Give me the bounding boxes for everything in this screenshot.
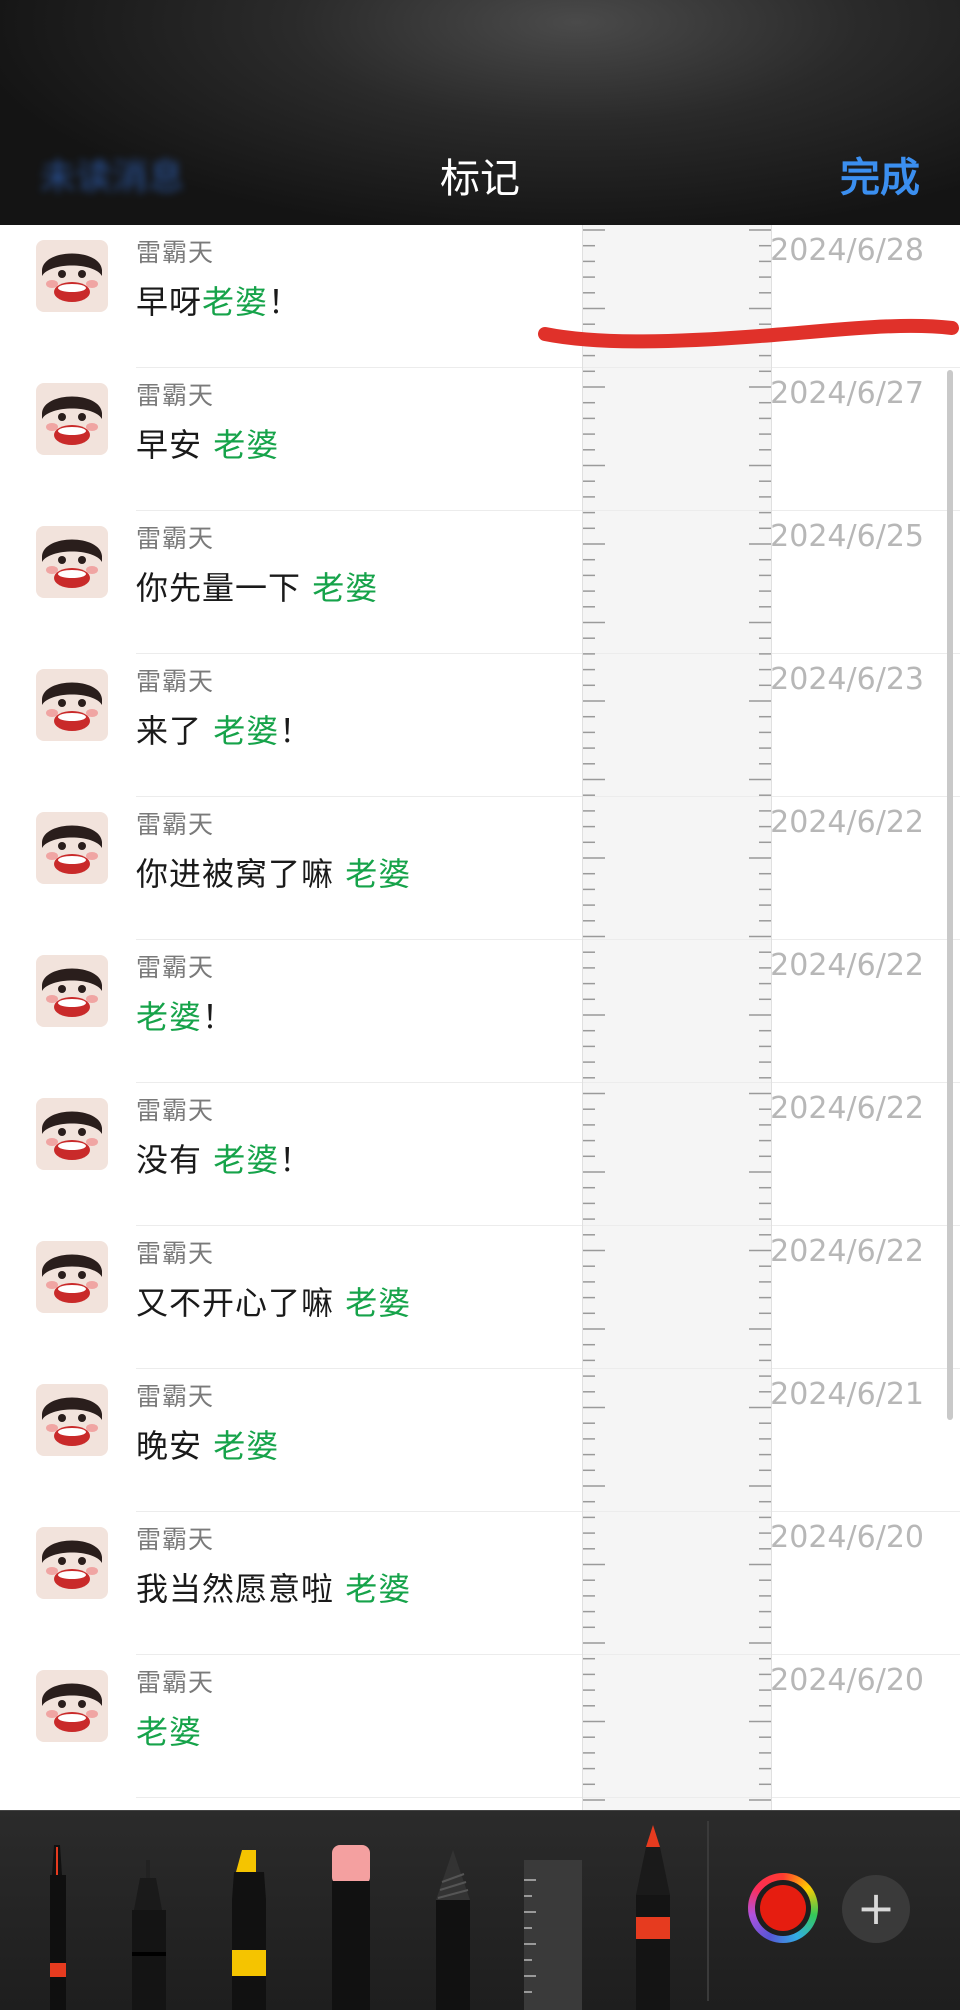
message-suffix: ！ <box>279 1141 313 1179</box>
avatar <box>36 955 108 1027</box>
sender-name: 雷霸天 <box>136 953 215 982</box>
message-row[interactable]: 雷霸天 晚安 老婆 2024/6/21 <box>0 1369 960 1512</box>
message-prefix: 来了 <box>136 712 214 750</box>
message-text: 我当然愿意啦 老婆 <box>136 1564 411 1610</box>
message-text: 没有 老婆！ <box>136 1135 312 1181</box>
message-keyword: 老婆 <box>136 998 203 1036</box>
sender-name: 雷霸天 <box>136 810 215 839</box>
sender-name: 雷霸天 <box>136 1525 215 1554</box>
message-row[interactable]: 雷霸天 你先量一下 老婆 2024/6/25 <box>0 511 960 654</box>
message-row[interactable]: 雷霸天 你进被窝了嘛 老婆 2024/6/22 <box>0 797 960 940</box>
message-text: 老婆！ <box>136 992 235 1038</box>
row-separator <box>136 1797 960 1798</box>
avatar <box>36 1241 108 1313</box>
pen-tool[interactable] <box>40 1835 80 2010</box>
message-row[interactable]: 雷霸天 老婆 2024/6/20 <box>0 1655 960 1798</box>
message-prefix: 我当然愿意啦 <box>136 1570 346 1608</box>
avatar <box>36 812 108 884</box>
avatar <box>36 1527 108 1599</box>
message-keyword: 老婆 <box>345 1284 412 1322</box>
avatar <box>36 1098 108 1170</box>
message-keyword: 老婆 <box>213 1427 280 1465</box>
message-row[interactable]: 雷霸天 老婆！ 2024/6/22 <box>0 940 960 1083</box>
message-list: 雷霸天 早呀老婆！ 2024/6/28 雷霸天 早安 老婆 2024/6/27 … <box>0 225 960 1810</box>
avatar <box>36 669 108 741</box>
selected-color-swatch <box>760 1885 806 1931</box>
message-date: 2024/6/23 <box>770 662 924 697</box>
message-row[interactable]: 雷霸天 又不开心了嘛 老婆 2024/6/22 <box>0 1226 960 1369</box>
ruler-overlay[interactable] <box>582 225 772 1810</box>
message-date: 2024/6/21 <box>770 1377 924 1412</box>
message-keyword: 老婆 <box>345 855 412 893</box>
message-text: 你进被窝了嘛 老婆 <box>136 849 411 895</box>
add-button[interactable]: + <box>842 1875 910 1943</box>
sender-name: 雷霸天 <box>136 1096 215 1125</box>
message-row[interactable]: 雷霸天 来了 老婆！ 2024/6/23 <box>0 654 960 797</box>
avatar <box>36 526 108 598</box>
sender-name: 雷霸天 <box>136 1239 215 1268</box>
eraser-tool[interactable] <box>328 1845 374 2010</box>
message-prefix: 没有 <box>136 1141 214 1179</box>
message-text: 早安 老婆 <box>136 420 279 466</box>
message-prefix: 你先量一下 <box>136 569 313 607</box>
sender-name: 雷霸天 <box>136 1668 215 1697</box>
message-prefix: 又不开心了嘛 <box>136 1284 346 1322</box>
avatar <box>36 1384 108 1456</box>
message-text: 你先量一下 老婆 <box>136 563 378 609</box>
message-keyword: 老婆 <box>136 1713 203 1751</box>
message-date: 2024/6/20 <box>770 1520 924 1555</box>
message-keyword: 老婆 <box>213 712 280 750</box>
message-text: 晚安 老婆 <box>136 1421 279 1467</box>
message-text: 来了 老婆！ <box>136 706 312 752</box>
message-keyword: 老婆 <box>345 1570 412 1608</box>
message-text: 又不开心了嘛 老婆 <box>136 1278 411 1324</box>
message-keyword: 老婆 <box>213 1141 280 1179</box>
toolbar-divider <box>707 1821 709 2001</box>
sender-name: 雷霸天 <box>136 524 215 553</box>
message-row[interactable]: 雷霸天 我当然愿意啦 老婆 2024/6/20 <box>0 1512 960 1655</box>
message-date: 2024/6/22 <box>770 948 924 983</box>
message-prefix: 早安 <box>136 426 214 464</box>
message-date: 2024/6/25 <box>770 519 924 554</box>
message-text: 老婆 <box>136 1707 202 1753</box>
highlighter-tool[interactable] <box>226 1850 272 2010</box>
message-date: 2024/6/22 <box>770 1091 924 1126</box>
scrollbar[interactable] <box>947 370 953 1420</box>
message-date: 2024/6/22 <box>770 1234 924 1269</box>
sender-name: 雷霸天 <box>136 667 215 696</box>
color-picker-button[interactable] <box>748 1873 818 1943</box>
fineliner-tool[interactable] <box>126 1860 172 2010</box>
lasso-tool[interactable] <box>430 1850 476 2010</box>
message-date: 2024/6/20 <box>770 1663 924 1698</box>
message-suffix: ！ <box>202 998 236 1036</box>
crayon-tool[interactable] <box>630 1825 676 2010</box>
markup-toolbar: + <box>0 1810 960 2010</box>
message-prefix: 你进被窝了嘛 <box>136 855 346 893</box>
sender-name: 雷霸天 <box>136 1382 215 1411</box>
ruler-ticks <box>583 229 771 1801</box>
pen-annotation-stroke <box>538 318 959 349</box>
ruler-tool[interactable] <box>520 1860 586 2010</box>
message-prefix: 晚安 <box>136 1427 214 1465</box>
message-keyword: 老婆 <box>312 569 379 607</box>
message-keyword: 老婆 <box>213 426 280 464</box>
message-row[interactable]: 雷霸天 没有 老婆！ 2024/6/22 <box>0 1083 960 1226</box>
avatar <box>36 1670 108 1742</box>
message-date: 2024/6/22 <box>770 805 924 840</box>
message-suffix: ！ <box>279 712 313 750</box>
